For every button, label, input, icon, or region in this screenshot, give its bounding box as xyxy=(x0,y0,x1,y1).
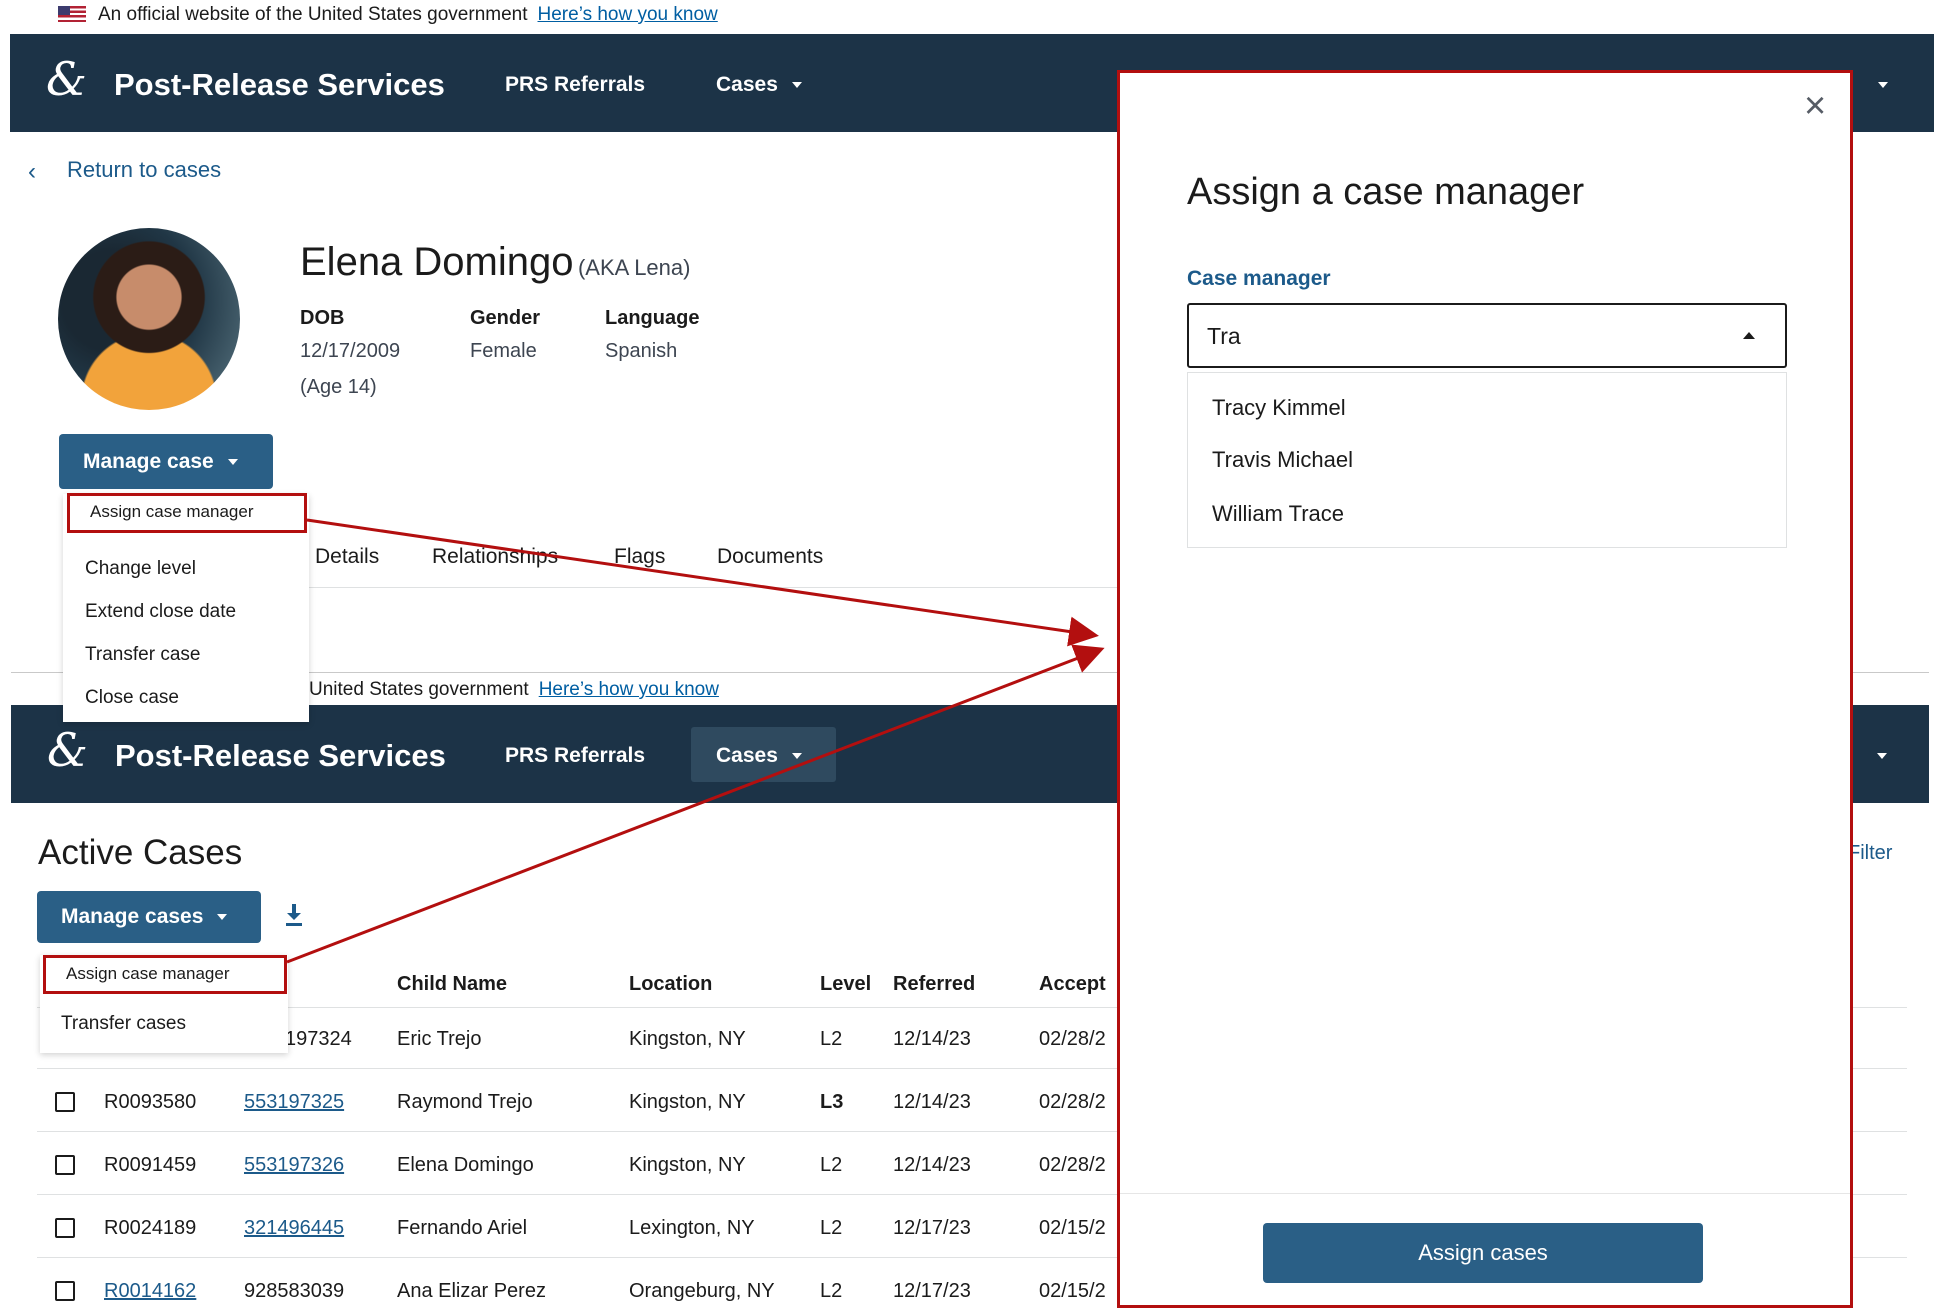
arrow-from-cases-menu xyxy=(286,644,1105,964)
arrow-from-profile-menu xyxy=(306,518,1099,647)
annotation-arrows xyxy=(286,518,1105,964)
